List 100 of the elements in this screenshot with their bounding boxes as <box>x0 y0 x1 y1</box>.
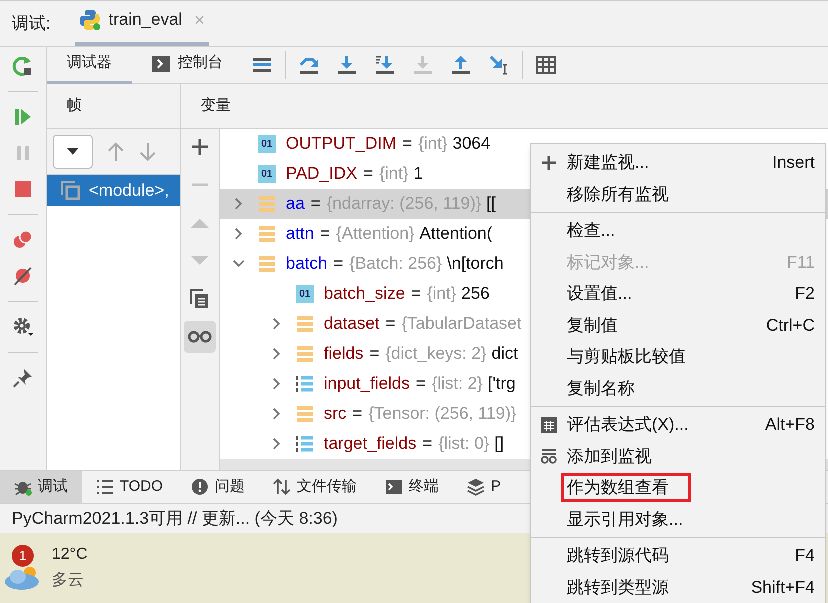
variable-type: {int} <box>427 283 457 306</box>
menu-item[interactable]: 新建监视... Insert <box>531 147 825 178</box>
variable-type: {Attention} <box>336 223 415 246</box>
glasses-icon <box>188 331 212 343</box>
variable-type: {Batch: 256} <box>350 253 442 276</box>
variable-name: batch_size <box>324 283 406 306</box>
menu-item[interactable]: 显示引用对象... <box>531 504 825 535</box>
shortcut-label: Insert <box>772 152 815 174</box>
variable-type: {list: 2} <box>432 373 483 396</box>
tab-label: train_eval <box>108 9 182 32</box>
table-icon[interactable] <box>536 55 556 75</box>
variable-value: ['trg <box>488 373 516 396</box>
stop-icon[interactable] <box>12 178 34 200</box>
equals-sign: = <box>352 403 363 426</box>
caret-icon <box>67 148 79 155</box>
menu-item[interactable]: 与剪贴板比较值 <box>531 341 825 372</box>
notification-badge: 1 <box>12 545 34 567</box>
equals-sign: = <box>386 313 396 336</box>
menu-item[interactable]: 跳转到类型源 Shift+F4 <box>531 572 825 603</box>
menu-item[interactable]: 添加到监视 <box>531 440 825 472</box>
equals-sign: = <box>370 343 380 366</box>
shortcut-label: F11 <box>786 252 815 274</box>
step-into-my-code-icon[interactable] <box>375 55 395 75</box>
equals-sign: = <box>364 163 374 186</box>
variable-value: 1 <box>414 163 424 186</box>
cloud-icon <box>4 565 42 591</box>
session-tab[interactable]: train_eval × <box>74 6 209 46</box>
copy-icon[interactable] <box>190 289 210 309</box>
console-icon <box>152 56 170 72</box>
int-type-badge: 01 <box>258 165 276 183</box>
alert-icon <box>191 478 210 496</box>
variable-name: src <box>324 403 347 426</box>
plus-icon <box>541 154 557 171</box>
rerun-icon[interactable] <box>12 55 34 77</box>
equals-sign: = <box>310 193 321 216</box>
debugger-tab[interactable]: 控制台 <box>132 46 243 84</box>
frames-icon <box>61 180 81 200</box>
menu-item[interactable]: 跳转到源代码 F4 <box>531 540 825 572</box>
menu-item[interactable]: 复制名称 <box>531 372 825 404</box>
stack-icon <box>296 315 314 333</box>
temperature: 12°C <box>52 545 88 565</box>
shortcut-label: F2 <box>795 283 815 305</box>
menu-item[interactable]: 评估表达式(X)... Alt+F8 <box>531 409 825 440</box>
variable-type: {Tensor: (256, 119)} <box>368 403 517 426</box>
variable-value: [[ <box>486 193 496 216</box>
equals-sign: = <box>411 283 422 306</box>
variable-type: {ndarray: (256, 119)} <box>326 193 482 216</box>
equals-sign: = <box>422 433 433 456</box>
layers-icon <box>467 478 486 496</box>
tool-window-tab[interactable]: 问题 <box>177 470 260 504</box>
equals-sign: = <box>334 253 344 276</box>
numbered-list-icon <box>296 435 314 453</box>
int-type-badge: 01 <box>258 135 276 153</box>
menu-item[interactable]: 设置值... F2 <box>531 278 825 310</box>
variable-name: target_fields <box>324 433 417 456</box>
variable-name: aa <box>286 193 305 216</box>
step-into-icon[interactable] <box>337 55 357 75</box>
panel-header: 帧 <box>47 84 180 129</box>
variable-type: {TabularDataset <box>402 313 522 336</box>
tool-window-tab[interactable]: 文件传输 <box>259 470 372 504</box>
menu-item[interactable]: 作为数组查看 <box>531 472 825 504</box>
shortcut-label: Alt+F8 <box>765 414 815 436</box>
variable-value: 256 <box>462 283 490 306</box>
status-message: PyCharm2021.1.3可用 // 更新... (今天 8:36) <box>12 508 338 530</box>
add-icon[interactable] <box>190 137 210 157</box>
terminal-icon <box>385 478 404 496</box>
settings-icon[interactable] <box>12 316 34 338</box>
run-to-cursor-icon[interactable] <box>489 55 509 75</box>
list-icon <box>96 478 114 496</box>
equals-sign: = <box>402 133 412 156</box>
variable-value: [] <box>494 433 504 456</box>
tool-window-tab[interactable]: 调试 <box>0 470 82 504</box>
variable-name: PAD_IDX <box>286 163 358 186</box>
variable-value: Attention( <box>420 223 493 246</box>
debugger-tab[interactable]: 调试器 <box>47 46 132 84</box>
tool-window-tab[interactable]: 终端 <box>371 470 454 504</box>
equals-sign: = <box>416 373 426 396</box>
tool-window-tab[interactable]: P <box>453 470 516 504</box>
tool-window-tab[interactable]: TODO <box>82 470 178 504</box>
watches-toggle[interactable] <box>184 321 216 353</box>
mute-breakpoints-icon[interactable] <box>12 265 34 287</box>
stack-icon <box>258 225 276 243</box>
shortcut-label: Shift+F4 <box>751 576 815 598</box>
int-type-badge: 01 <box>296 285 314 303</box>
stack-icon <box>258 255 276 273</box>
numbered-list-icon <box>296 375 314 393</box>
menu-item[interactable]: 复制值 Ctrl+C <box>531 310 825 341</box>
breakpoints-icon[interactable] <box>12 229 34 251</box>
step-out-icon[interactable] <box>451 55 471 75</box>
variable-type: {int} <box>418 133 448 156</box>
transfer-icon <box>273 478 292 496</box>
variable-type: {dict_keys: 2} <box>386 343 487 366</box>
variable-value: 3064 <box>452 133 491 156</box>
thread-dropdown[interactable] <box>53 134 93 168</box>
frame-item[interactable]: <module>, <box>47 175 180 206</box>
variable-name: dataset <box>324 313 380 336</box>
pin-icon[interactable] <box>12 367 34 389</box>
variable-name: input_fields <box>324 373 410 396</box>
weather-condition: 多云 <box>52 571 85 591</box>
menu-icon[interactable] <box>252 55 272 75</box>
